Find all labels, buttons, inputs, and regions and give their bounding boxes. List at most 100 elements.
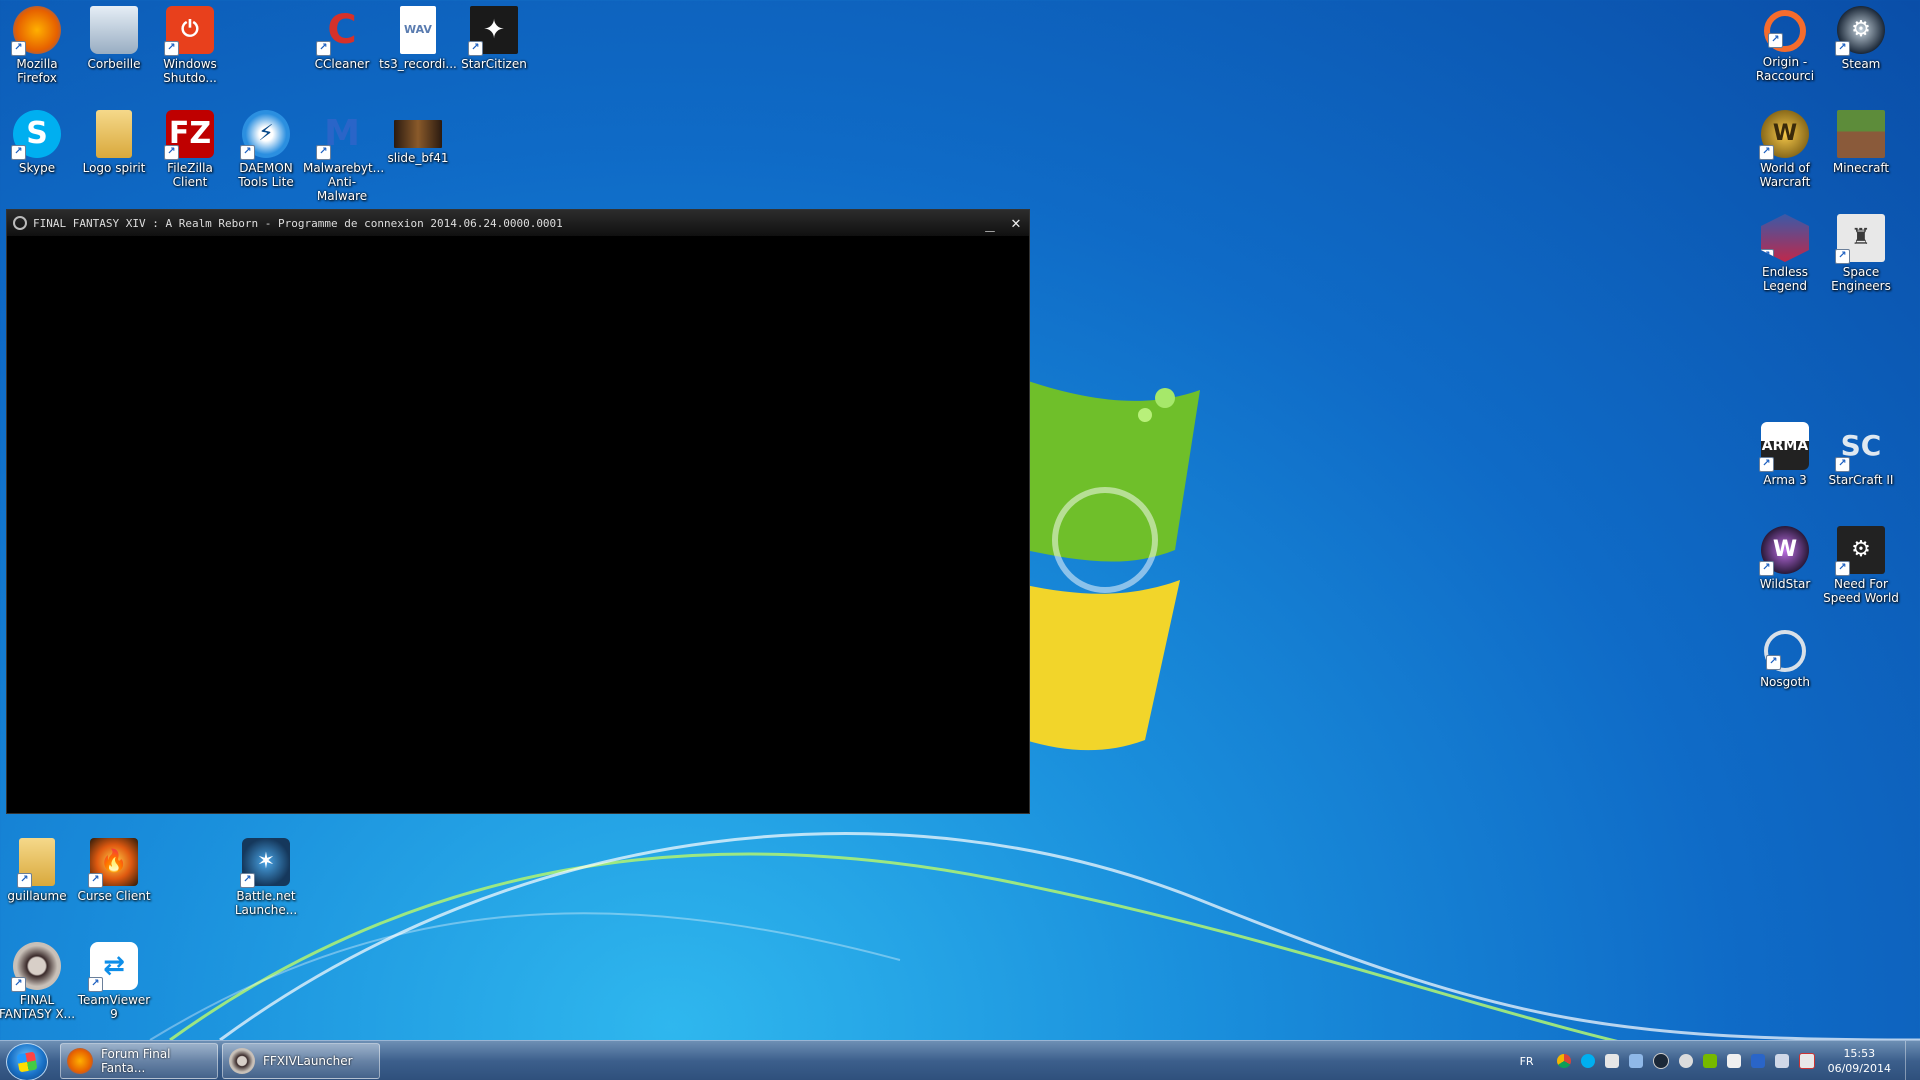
gear-tray-icon[interactable] — [1678, 1054, 1693, 1068]
taskbar-item-firefox[interactable]: Forum Final Fanta... — [60, 1043, 218, 1079]
desktop-icon-label: StarCraft II — [1828, 473, 1894, 487]
ccleaner-icon: C ↗ — [316, 6, 366, 56]
steam-tray-icon[interactable] — [1652, 1053, 1669, 1069]
desktop-icon-daemon-tools[interactable]: ⚡ ↗ DAEMON Tools Lite — [227, 104, 305, 189]
filezilla-icon: FZ ↗ — [164, 110, 214, 160]
malwarebytes-tray-icon[interactable] — [1750, 1054, 1765, 1068]
windows-logo — [1025, 380, 1200, 751]
desktop-icon-label: Skype — [18, 161, 56, 175]
desktop-icon-label: CCleaner — [314, 57, 370, 71]
desktop-icon-ccleaner[interactable]: C ↗ CCleaner — [303, 0, 381, 71]
desktop-icon-label: Logo spirit — [82, 161, 146, 175]
skype-icon: S ↗ — [11, 110, 61, 160]
minecraft-icon — [1837, 110, 1885, 158]
steam-icon: ⚙ ↗ — [1835, 6, 1885, 56]
skype-tray-icon[interactable] — [1580, 1054, 1595, 1068]
desktop-icon-label: TeamViewer 9 — [77, 993, 151, 1021]
tray-icon[interactable] — [1604, 1054, 1619, 1068]
clock-time: 15:53 — [1843, 1047, 1876, 1060]
desktop-icon-label: Windows Shutdo... — [163, 57, 217, 85]
desktop-icon-label: DAEMON Tools Lite — [238, 161, 294, 189]
origin-icon: ↗ — [1764, 10, 1806, 52]
system-tray: FR 15:53 06/09/2014 — [1520, 1041, 1920, 1080]
desktop-icon-world-of-warcraft[interactable]: W ↗ World of Warcraft — [1746, 104, 1824, 189]
desktop-icon-minecraft[interactable]: Minecraft — [1822, 104, 1900, 175]
desktop-icon-label: Battle.net Launche... — [234, 889, 298, 917]
desktop-icon-label: Steam — [1841, 57, 1881, 71]
desktop-icon-label: StarCitizen — [461, 57, 527, 71]
nvidia-tray-icon[interactable] — [1702, 1054, 1717, 1068]
language-indicator[interactable]: FR — [1520, 1055, 1534, 1068]
desktop-icon-label: Origin - Raccourci — [1755, 55, 1815, 83]
desktop-icon-label: Curse Client — [77, 889, 151, 903]
recycle-bin-icon — [90, 6, 138, 54]
chrome-icon[interactable] — [1556, 1054, 1571, 1068]
start-button[interactable] — [6, 1043, 48, 1080]
taskbar-item-label: Forum Final Fanta... — [101, 1047, 171, 1075]
desktop-icon-label: Endless Legend — [1761, 265, 1809, 293]
desktop-icon-label: Arma 3 — [1763, 473, 1807, 487]
power-icon: ⏻ ↗ — [164, 6, 214, 56]
desktop-icon-guillaume[interactable]: ↗ guillaume — [0, 832, 76, 903]
desktop-icon-nosgoth[interactable]: ↗ Nosgoth — [1746, 624, 1824, 689]
desktop-icon-label: Mozilla Firefox — [16, 57, 58, 85]
user-folder-icon: ↗ — [17, 838, 55, 888]
firefox-icon — [67, 1048, 93, 1074]
launcher-window[interactable]: FINAL FANTASY XIV : A Realm Reborn - Pro… — [6, 209, 1030, 814]
desktop-icon-teamviewer[interactable]: ⇄ ↗ TeamViewer 9 — [75, 936, 153, 1021]
desktop-icon-label: guillaume — [7, 889, 67, 903]
volume-icon[interactable] — [1726, 1054, 1741, 1068]
nfs-world-icon: ⚙ ↗ — [1835, 526, 1885, 576]
teamviewer-icon: ⇄ ↗ — [88, 942, 138, 992]
desktop-icon-label: Need For Speed World — [1823, 577, 1899, 605]
show-desktop-button[interactable] — [1905, 1041, 1920, 1080]
desktop-icon-final-fantasy[interactable]: ↗ FINAL FANTASY X... — [0, 936, 76, 1021]
desktop-icon-starcitizen[interactable]: ✦ ↗ StarCitizen — [455, 0, 533, 71]
monitor-tray-icon[interactable] — [1774, 1054, 1789, 1068]
desktop-icon-recycle-bin[interactable]: Corbeille — [75, 0, 153, 71]
desktop-icon-windows-shutdown[interactable]: ⏻ ↗ Windows Shutdo... — [151, 0, 229, 85]
desktop-icon-need-for-speed-world[interactable]: ⚙ ↗ Need For Speed World — [1822, 520, 1900, 605]
desktop-icon-ts3-recording[interactable]: WAV ts3_recordi... — [379, 0, 457, 71]
desktop-icon-slide-bf41[interactable]: slide_bf41 — [379, 104, 457, 165]
clock[interactable]: 15:53 06/09/2014 — [1828, 1046, 1891, 1076]
desktop-icon-label: FileZilla Client — [167, 161, 213, 189]
desktop-icon-steam[interactable]: ⚙ ↗ Steam — [1822, 0, 1900, 71]
minimize-button[interactable]: _ — [977, 212, 1003, 234]
desktop-icon-filezilla[interactable]: FZ ↗ FileZilla Client — [151, 104, 229, 189]
desktop-icon-malwarebytes[interactable]: M ↗ Malwarebyt... Anti-Malware — [303, 104, 384, 204]
desktop-icon-wildstar[interactable]: W ↗ WildStar — [1746, 520, 1824, 591]
desktop-icon-skype[interactable]: S ↗ Skype — [0, 104, 76, 175]
arma3-icon: ARMA ↗ — [1759, 422, 1809, 472]
endless-legend-icon: ↗ — [1761, 214, 1809, 262]
window-titlebar[interactable]: FINAL FANTASY XIV : A Realm Reborn - Pro… — [7, 210, 1029, 236]
malwarebytes-icon: M ↗ — [316, 110, 366, 160]
wav-file-icon: WAV — [400, 6, 436, 54]
desktop-icon-firefox[interactable]: ↗ Mozilla Firefox — [0, 0, 76, 85]
ffxiv-icon: ↗ — [11, 942, 61, 992]
desktop-icon-space-engineers[interactable]: ♜ ↗ Space Engineers — [1822, 208, 1900, 293]
taskbar-item-ffxiv-launcher[interactable]: FFXIVLauncher — [222, 1043, 380, 1079]
firefox-icon: ↗ — [11, 6, 61, 56]
desktop-icon-battlenet[interactable]: ✶ ↗ Battle.net Launche... — [227, 832, 305, 917]
starcraft2-icon: SC ↗ — [1835, 422, 1885, 472]
desktop-icon-origin[interactable]: ↗ Origin - Raccourci — [1746, 0, 1824, 83]
desktop-icon-label: Corbeille — [87, 57, 141, 71]
desktop-icon-curse-client[interactable]: 🔥 ↗ Curse Client — [75, 832, 153, 903]
desktop-icon-endless-legend[interactable]: ↗ Endless Legend — [1746, 208, 1824, 293]
action-center-icon[interactable] — [1798, 1053, 1815, 1069]
desktop-icon-label: Minecraft — [1832, 161, 1890, 175]
desktop-icon-label: World of Warcraft — [1759, 161, 1811, 189]
space-engineers-icon: ♜ ↗ — [1835, 214, 1885, 264]
desktop-icon-logo-spirit[interactable]: Logo spirit — [75, 104, 153, 175]
network-tray-icon[interactable] — [1628, 1054, 1643, 1068]
desktop-icon-arma3[interactable]: ARMA ↗ Arma 3 — [1746, 416, 1824, 487]
ffxiv-icon — [229, 1048, 255, 1074]
desktop-icon-starcraft2[interactable]: SC ↗ StarCraft II — [1822, 416, 1900, 488]
daemon-tools-icon: ⚡ ↗ — [240, 110, 290, 160]
desktop-icon-label: WildStar — [1759, 577, 1811, 591]
wow-icon: W ↗ — [1759, 110, 1809, 160]
close-button[interactable]: ✕ — [1003, 212, 1029, 234]
clock-date: 06/09/2014 — [1827, 1062, 1891, 1075]
curse-icon: 🔥 ↗ — [88, 838, 138, 888]
